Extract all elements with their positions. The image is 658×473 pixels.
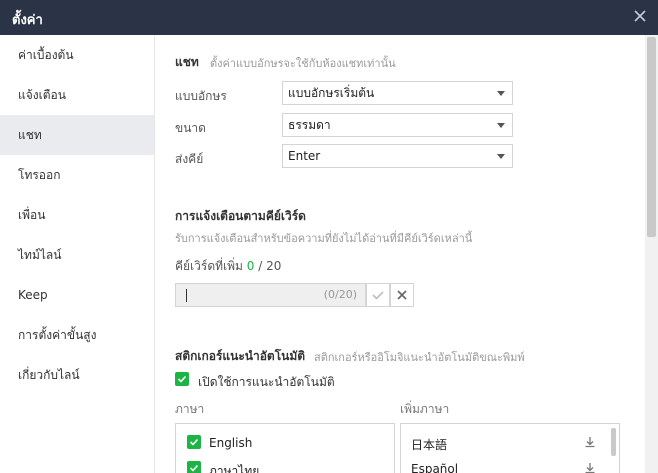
sidebar-item-general[interactable]: ค่าเบื้องต้น xyxy=(0,35,154,75)
sidebar-item-label: แชท xyxy=(18,128,42,142)
window-title: ตั้งค่า xyxy=(12,13,43,28)
language-label: Español xyxy=(411,462,459,473)
language-header: ภาษา xyxy=(175,402,205,416)
keyword-count-current: 0 xyxy=(246,259,255,273)
sidebar-item-notifications[interactable]: แจ้งเตือน xyxy=(0,75,154,115)
checkmark-icon xyxy=(177,375,187,383)
keyword-input[interactable]: (0/20) xyxy=(175,283,366,307)
size-select-value: ธรรมดา xyxy=(288,118,331,132)
language-label: 日本語 xyxy=(411,438,448,452)
send-key-select-value: Enter xyxy=(288,149,321,163)
chevron-down-icon xyxy=(497,154,505,159)
auto-suggest-label: เปิดใช้การแนะนำอัตโนมัติ xyxy=(198,375,335,389)
size-label: ขนาด xyxy=(175,121,206,135)
language-checkbox[interactable] xyxy=(187,461,201,473)
sidebar-item-chat[interactable]: แชท xyxy=(0,115,154,155)
send-key-select[interactable]: Enter xyxy=(282,144,513,168)
keyword-count: คีย์เวิร์ดที่เพิ่ม 0 / 20 xyxy=(175,257,281,276)
keyword-count-label: คีย์เวิร์ดที่เพิ่ม xyxy=(175,259,243,273)
font-select[interactable]: แบบอักษรเริ่มต้น xyxy=(282,81,513,105)
font-label: แบบอักษร xyxy=(175,89,227,103)
sidebar-item-about[interactable]: เกี่ยวกับไลน์ xyxy=(0,355,154,395)
sidebar-item-friends[interactable]: เพื่อน xyxy=(0,195,154,235)
scrollbar-thumb[interactable] xyxy=(647,37,656,237)
chat-section-desc: ตั้งค่าแบบอักษรจะใช้กับห้องแชทเท่านั้น xyxy=(210,57,396,70)
list-item[interactable]: Español xyxy=(401,455,619,473)
title-bar: ตั้งค่า xyxy=(0,0,658,35)
checkmark-icon xyxy=(189,464,199,472)
add-language-header: เพิ่มภาษา xyxy=(400,402,450,416)
language-label: English xyxy=(209,436,253,450)
language-checkbox[interactable] xyxy=(187,435,201,449)
sidebar-item-label: เกี่ยวกับไลน์ xyxy=(18,368,80,382)
sidebar-item-label: โทรออก xyxy=(18,168,61,182)
add-language-list[interactable]: 日本語 Español xyxy=(400,423,620,473)
sidebar-item-label: ค่าเบื้องต้น xyxy=(18,48,74,62)
sidebar-item-label: การตั้งค่าขั้นสูง xyxy=(18,328,97,342)
sidebar-item-keep[interactable]: Keep xyxy=(0,275,154,315)
download-icon[interactable] xyxy=(583,461,597,473)
sticker-section-desc: สติกเกอร์หรืออิโมจิแนะนำอัตโนมัติขณะพิมพ… xyxy=(314,351,525,364)
keyword-clear-button[interactable] xyxy=(390,283,414,307)
sticker-section-title: สติกเกอร์แนะนำอัตโนมัติ xyxy=(175,349,306,363)
list-item[interactable]: ภาษาไทย xyxy=(176,455,394,473)
language-list[interactable]: English ภาษาไทย xyxy=(175,423,395,473)
chevron-down-icon xyxy=(497,91,505,96)
font-select-value: แบบอักษรเริ่มต้น xyxy=(288,86,375,100)
sidebar-item-label: ไทม์ไลน์ xyxy=(18,248,62,262)
sidebar-item-advanced[interactable]: การตั้งค่าขั้นสูง xyxy=(0,315,154,355)
keyword-section-desc: รับการแจ้งเตือนสำหรับข้อความที่ยังไม่ได้… xyxy=(175,232,473,245)
list-scrollbar[interactable] xyxy=(611,428,616,456)
language-label: ภาษาไทย xyxy=(209,464,260,473)
auto-suggest-checkbox[interactable] xyxy=(175,372,189,386)
keyword-count-max: 20 xyxy=(266,259,282,273)
content-scrollbar[interactable] xyxy=(645,35,658,473)
keyword-section-title: การแจ้งเตือนตามคีย์เวิร์ด xyxy=(175,209,306,223)
close-icon[interactable] xyxy=(632,8,648,24)
keyword-count-separator: / xyxy=(258,259,263,273)
send-key-label: ส่งคีย์ xyxy=(175,152,204,166)
close-icon xyxy=(397,290,407,300)
checkmark-icon xyxy=(189,438,199,446)
size-select[interactable]: ธรรมดา xyxy=(282,113,513,137)
settings-sidebar: ค่าเบื้องต้น แจ้งเตือน แชท โทรออก เพื่อน… xyxy=(0,35,155,473)
text-cursor xyxy=(186,289,187,302)
list-item[interactable]: English xyxy=(176,429,394,455)
chat-section-title: แชท xyxy=(175,55,199,69)
keyword-add-button[interactable] xyxy=(366,283,390,307)
sidebar-item-label: แจ้งเตือน xyxy=(18,88,66,102)
chevron-down-icon xyxy=(497,123,505,128)
download-icon[interactable] xyxy=(583,435,597,452)
list-item[interactable]: 日本語 xyxy=(401,429,619,455)
sidebar-item-label: เพื่อน xyxy=(18,208,46,222)
keyword-input-counter: (0/20) xyxy=(323,288,357,301)
sidebar-item-label: Keep xyxy=(18,288,48,302)
sidebar-item-calls[interactable]: โทรออก xyxy=(0,155,154,195)
settings-content: แชท ตั้งค่าแบบอักษรจะใช้กับห้องแชทเท่านั… xyxy=(156,35,643,473)
check-icon xyxy=(372,291,384,300)
sidebar-item-timeline[interactable]: ไทม์ไลน์ xyxy=(0,235,154,275)
